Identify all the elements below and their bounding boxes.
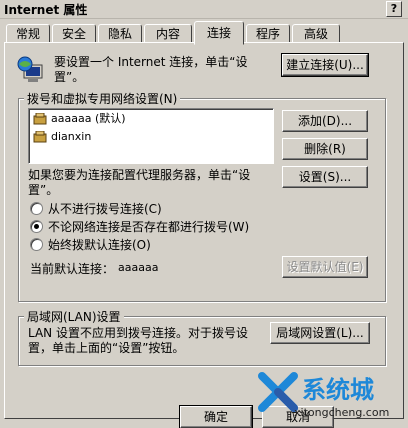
list-item[interactable]: dianxin: [33, 129, 91, 145]
watermark-brand: 系统城: [302, 376, 374, 404]
title-bar: Internet 属性 ?: [0, 0, 408, 19]
watermark-logo: 系统城 xitongcheng.com: [258, 366, 408, 426]
lan-group-label: 局域网(LAN)设置: [24, 308, 124, 325]
network-computer-icon: [17, 56, 43, 82]
connection-name: dianxin: [51, 130, 92, 143]
radio-never-dial[interactable]: [30, 202, 43, 215]
lan-text-line2: 置，单击上面的“设置”按钮。: [28, 341, 185, 355]
radio-always-dial-default[interactable]: [30, 238, 43, 251]
dialup-group-label: 拨号和虚拟专用网络设置(N): [24, 90, 181, 107]
setup-connection-button[interactable]: 建立连接(U)...: [281, 53, 369, 77]
set-default-button[interactable]: 设置默认值(E): [282, 256, 368, 278]
tab-programs[interactable]: 程序: [246, 24, 290, 44]
tab-general[interactable]: 常规: [6, 24, 50, 44]
connection-name: aaaaaa (默认): [51, 112, 126, 125]
proxy-text-line1: 如果您要为连接配置代理服务器，单击“设: [28, 168, 251, 182]
connection-settings-button[interactable]: 设置(S)...: [282, 166, 368, 188]
radio-dial-whenever[interactable]: [30, 220, 43, 233]
option-dial-whenever-label[interactable]: 不论网络连接是否存在都进行拨号(W): [48, 218, 249, 235]
window-title: Internet 属性: [4, 3, 88, 17]
ok-button[interactable]: 确定: [179, 405, 253, 428]
current-default-value: aaaaaa: [118, 261, 159, 274]
option-always-dial-default-label[interactable]: 始终拨默认连接(O): [48, 236, 151, 253]
list-item[interactable]: aaaaaa (默认): [33, 111, 126, 127]
tab-content[interactable]: 内容: [144, 24, 192, 44]
lan-settings-button[interactable]: 局域网设置(L)...: [270, 322, 370, 344]
setup-intro-line2: 置”。: [54, 70, 85, 84]
tab-connections[interactable]: 连接: [194, 21, 244, 45]
current-default-label: 当前默认连接：: [30, 262, 115, 276]
brand-x-icon: [258, 372, 298, 412]
help-button[interactable]: ?: [386, 1, 402, 17]
tab-privacy[interactable]: 隐私: [98, 24, 142, 44]
tab-advanced[interactable]: 高级: [292, 24, 340, 44]
proxy-text-line2: 置”。: [28, 183, 59, 197]
option-never-dial-label[interactable]: 从不进行拨号连接(C): [48, 200, 162, 217]
watermark-url: xitongcheng.com: [294, 406, 390, 419]
phone-connection-icon: [33, 113, 47, 125]
tab-security[interactable]: 安全: [52, 24, 96, 44]
phone-connection-icon: [33, 131, 47, 143]
add-connection-button[interactable]: 添加(D)...: [282, 110, 368, 132]
delete-connection-button[interactable]: 删除(R): [282, 138, 368, 160]
connection-list[interactable]: aaaaaa (默认) dianxin: [28, 108, 274, 164]
